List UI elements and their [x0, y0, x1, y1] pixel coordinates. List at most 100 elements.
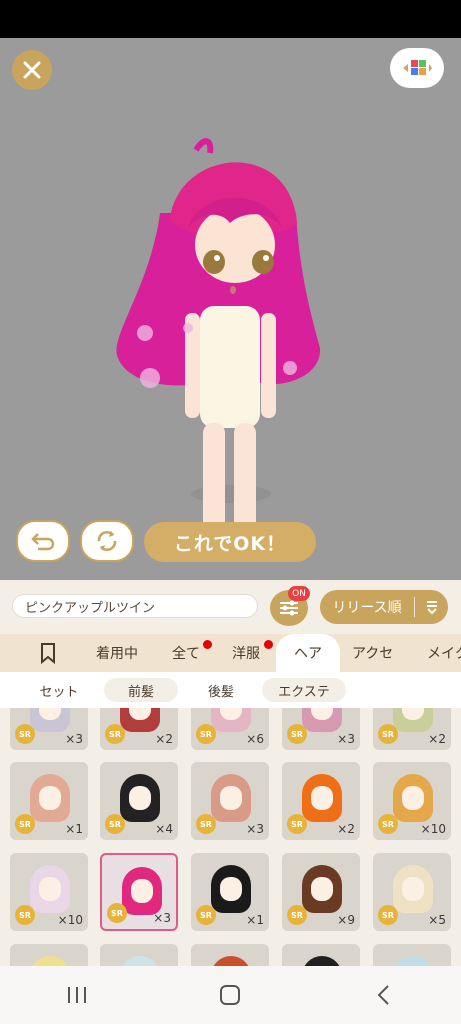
rarity-badge: SR — [15, 724, 35, 744]
rarity-badge: SR — [378, 814, 398, 834]
hair-thumbnail — [120, 956, 160, 966]
tab-makeup[interactable]: メイク — [427, 634, 461, 672]
rarity-badge: SR — [105, 814, 125, 834]
item-quantity: ×2 — [428, 732, 446, 746]
hair-item-13[interactable]: SR ×1 — [191, 853, 269, 931]
undo-icon — [31, 533, 55, 551]
item-quantity: ×4 — [155, 822, 173, 836]
home-button[interactable] — [200, 975, 260, 1015]
hair-item-15[interactable]: SR ×5 — [373, 853, 451, 931]
hair-item-1[interactable]: SR ×3 — [10, 708, 88, 750]
hair-item-16[interactable] — [10, 944, 88, 966]
item-quantity: ×1 — [246, 913, 264, 927]
item-quantity: ×5 — [428, 913, 446, 927]
sort-button[interactable]: リリース順 — [320, 590, 448, 624]
rarity-badge: SR — [15, 905, 35, 925]
rarity-badge: SR — [287, 724, 307, 744]
rarity-badge: SR — [15, 814, 35, 834]
item-quantity: ×3 — [337, 732, 355, 746]
hair-thumbnail — [393, 956, 433, 966]
bookmark-icon — [41, 643, 55, 664]
hair-item-3[interactable]: SR ×6 — [191, 708, 269, 750]
category-tabs: 着用中 全て 洋服 ヘア アクセ メイク — [0, 634, 461, 672]
hair-item-11[interactable]: SR ×10 — [10, 853, 88, 931]
tab-accessories[interactable]: アクセ — [352, 634, 393, 672]
home-icon — [220, 985, 241, 1005]
tab-all[interactable]: 全て — [172, 634, 200, 672]
tab-hair[interactable]: ヘア — [276, 634, 340, 672]
rarity-badge: SR — [196, 814, 216, 834]
subtab-back-hair[interactable]: 後髪 — [184, 678, 258, 702]
selected-item-name: ピンクアップルツイン — [12, 594, 258, 618]
item-quantity: ×3 — [153, 911, 171, 925]
confirm-ok-button[interactable]: これでOK！ — [144, 522, 316, 562]
undo-button[interactable] — [16, 520, 70, 562]
hair-item-8[interactable]: SR ×3 — [191, 762, 269, 840]
close-button[interactable] — [12, 50, 52, 90]
tab-clothes[interactable]: 洋服 — [232, 634, 260, 672]
subtab-set[interactable]: セット — [22, 678, 96, 702]
rotate-button[interactable] — [80, 520, 134, 562]
system-nav-bar — [0, 966, 461, 1024]
hair-item-14[interactable]: SR ×9 — [282, 853, 360, 931]
mannequin-face — [311, 877, 333, 901]
item-quantity: ×3 — [65, 732, 83, 746]
tab-clothes-notification-dot — [264, 640, 273, 649]
rarity-badge: SR — [287, 905, 307, 925]
hair-item-5[interactable]: SR ×2 — [373, 708, 451, 750]
item-grid: SR ×3 SR ×2 SR ×6 SR ×3 SR ×2 SR ×1 SR ×4 SR ×3 SR ×2 SR ×1… — [0, 708, 461, 966]
mannequin-face — [131, 879, 153, 903]
item-quantity: ×10 — [420, 822, 446, 836]
back-icon — [377, 985, 389, 1005]
avatar-character — [116, 138, 321, 538]
item-quantity: ×2 — [337, 822, 355, 836]
filter-sliders-icon — [280, 600, 298, 616]
hair-item-7[interactable]: SR ×4 — [100, 762, 178, 840]
tab-bookmark[interactable] — [38, 634, 58, 672]
item-quantity: ×3 — [246, 822, 264, 836]
color-view-button[interactable] — [390, 48, 444, 88]
rarity-badge: SR — [378, 905, 398, 925]
rotate-icon — [97, 531, 117, 551]
mannequin-face — [311, 786, 333, 810]
recent-apps-icon — [67, 987, 86, 1003]
tab-wearing[interactable]: 着用中 — [96, 634, 138, 672]
hair-thumbnail — [302, 956, 342, 966]
hair-item-18[interactable] — [191, 944, 269, 966]
item-quantity: ×10 — [57, 913, 83, 927]
close-icon — [23, 61, 41, 79]
sort-order-icon[interactable] — [415, 599, 448, 615]
hair-subtabs: セット 前髪 後髪 エクステ — [0, 672, 461, 708]
mannequin-face — [402, 877, 424, 901]
back-button[interactable] — [354, 975, 414, 1015]
rarity-badge: SR — [196, 724, 216, 744]
rarity-badge: SR — [287, 814, 307, 834]
status-bar — [0, 0, 461, 38]
hair-item-4[interactable]: SR ×3 — [282, 708, 360, 750]
subtab-bangs[interactable]: 前髪 — [104, 678, 178, 702]
mannequin-face — [220, 786, 242, 810]
mannequin-face — [39, 786, 61, 810]
hair-item-17[interactable] — [100, 944, 178, 966]
recent-apps-button[interactable] — [47, 975, 107, 1015]
rarity-badge: SR — [378, 724, 398, 744]
item-quantity: ×1 — [65, 822, 83, 836]
tab-all-notification-dot — [203, 640, 212, 649]
rarity-badge: SR — [196, 905, 216, 925]
hair-thumbnail — [30, 956, 70, 966]
hair-item-6[interactable]: SR ×1 — [10, 762, 88, 840]
hair-item-2[interactable]: SR ×2 — [100, 708, 178, 750]
hair-item-9[interactable]: SR ×2 — [282, 762, 360, 840]
mannequin-face — [402, 786, 424, 810]
hair-item-20[interactable] — [373, 944, 451, 966]
hair-item-12[interactable]: SR ×3 — [100, 853, 178, 931]
color-palette-icon — [403, 60, 432, 75]
hair-item-10[interactable]: SR ×10 — [373, 762, 451, 840]
item-quantity: ×6 — [246, 732, 264, 746]
mannequin-face — [220, 877, 242, 901]
subtab-extensions[interactable]: エクステ — [262, 678, 346, 702]
avatar-preview-stage — [0, 38, 461, 580]
rarity-badge: SR — [105, 724, 125, 744]
hair-item-19[interactable] — [282, 944, 360, 966]
item-quantity: ×2 — [155, 732, 173, 746]
